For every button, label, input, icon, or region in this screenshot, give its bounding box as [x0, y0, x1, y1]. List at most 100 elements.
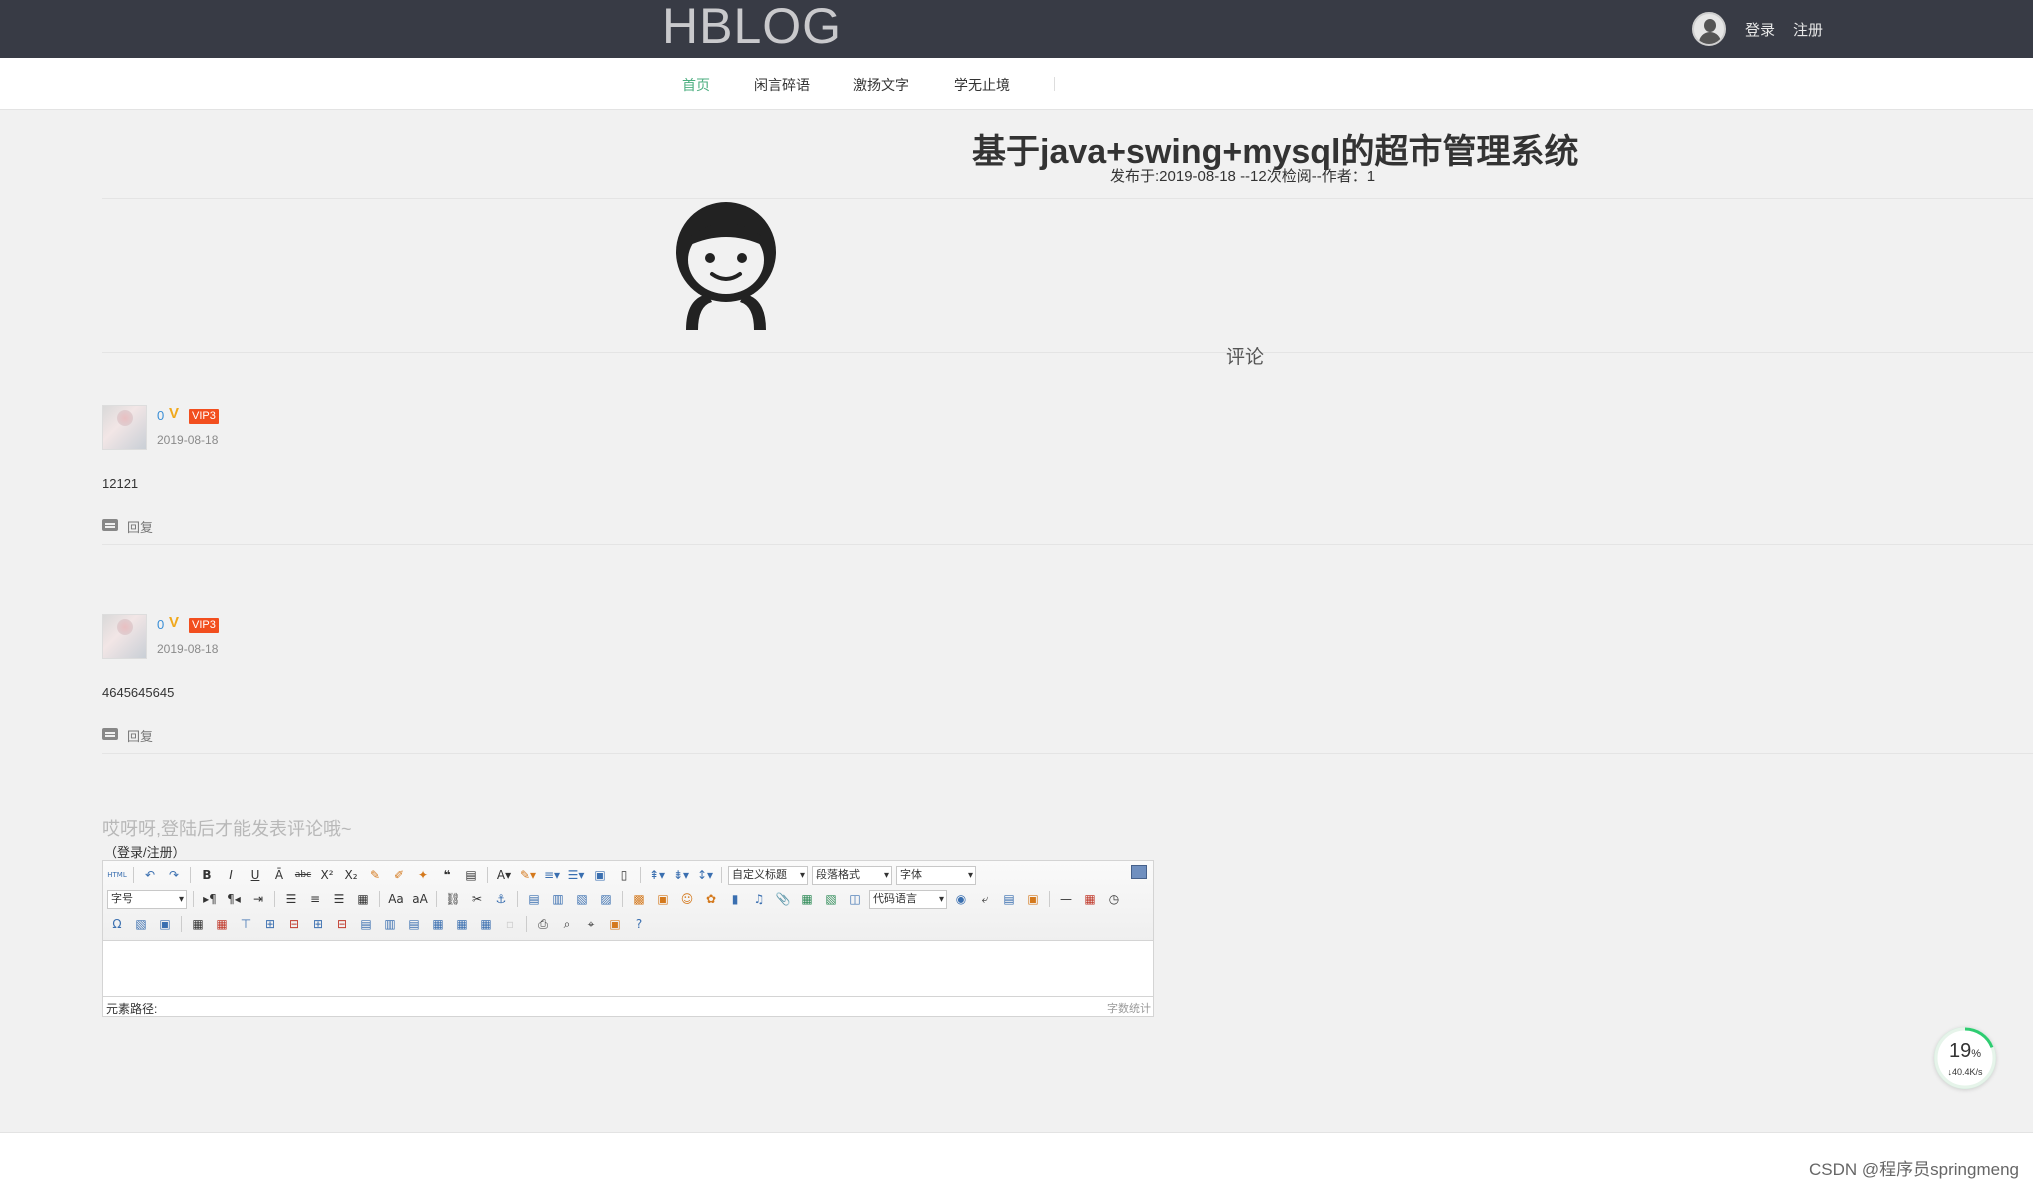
auto-format-icon[interactable]: ✦ — [413, 865, 433, 885]
html-source-icon[interactable]: HTML — [107, 865, 127, 885]
image-right-icon[interactable]: ▧ — [572, 889, 592, 909]
date-icon[interactable]: ▦ — [1080, 889, 1100, 909]
ordered-list-icon[interactable]: ≡▾ — [542, 865, 562, 885]
register-link[interactable]: 注册 — [1793, 19, 1823, 40]
insert-paragraph-before-table-icon[interactable]: ⊤ — [236, 914, 256, 934]
background-color-icon[interactable]: ✎▾ — [518, 865, 538, 885]
align-center-icon[interactable]: ≡ — [305, 889, 325, 909]
unordered-list-icon[interactable]: ☰▾ — [566, 865, 586, 885]
emoji-icon[interactable]: ☺ — [677, 889, 697, 909]
indent-icon[interactable]: ⇥ — [248, 889, 268, 909]
align-left-icon[interactable]: ☰ — [281, 889, 301, 909]
site-logo[interactable]: HBLOG — [662, 0, 842, 52]
select-all-icon[interactable]: ▣ — [590, 865, 610, 885]
reply-icon[interactable] — [102, 728, 118, 740]
align-justify-icon[interactable]: ▦ — [353, 889, 373, 909]
merge-down-icon[interactable]: ▤ — [404, 914, 424, 934]
anchor-icon[interactable]: ⚓ — [491, 889, 511, 909]
fullscreen-icon[interactable] — [1131, 865, 1147, 879]
font-size-select[interactable]: 字号 — [107, 889, 187, 909]
merge-cells-icon[interactable]: ▤ — [356, 914, 376, 934]
map-icon[interactable]: ▦ — [797, 889, 817, 909]
image-none-icon[interactable]: ▤ — [524, 889, 544, 909]
search-icon[interactable]: ⌖ — [581, 914, 601, 934]
row-spacing-top-icon[interactable]: ⇞▾ — [647, 865, 667, 885]
comment-avatar[interactable] — [102, 405, 147, 450]
ltr-icon[interactable]: ▸¶ — [200, 889, 220, 909]
comment-avatar[interactable] — [102, 614, 147, 659]
comment-author[interactable]: 0 — [157, 617, 164, 632]
unlink-icon[interactable]: ✂ — [467, 889, 487, 909]
nav-item-chat[interactable]: 闲言碎语 — [754, 75, 810, 95]
search-replace-icon[interactable]: ▣ — [155, 914, 175, 934]
horizontal-rule-icon[interactable]: — — [1056, 889, 1076, 909]
time-icon[interactable]: ◷ — [1104, 889, 1124, 909]
comment-author[interactable]: 0 — [157, 408, 164, 423]
template-icon[interactable]: ▤ — [999, 889, 1019, 909]
reply-button[interactable]: 回复 — [127, 517, 153, 536]
uppercase-icon[interactable]: Aa — [386, 889, 406, 909]
merge-right-icon[interactable]: ▥ — [380, 914, 400, 934]
insert-col-icon[interactable]: ⊞ — [308, 914, 328, 934]
custom-heading-select[interactable]: 自定义标题 — [728, 865, 808, 885]
redo-icon[interactable]: ↷ — [164, 865, 184, 885]
print-icon[interactable]: ⎙ — [533, 914, 553, 934]
clear-doc-icon[interactable]: ▯ — [614, 865, 634, 885]
split-rows-icon[interactable]: ▦ — [452, 914, 472, 934]
paste-plain-icon[interactable]: ▤ — [461, 865, 481, 885]
gmap-icon[interactable]: ▧ — [821, 889, 841, 909]
attachment-icon[interactable]: 📎 — [773, 889, 793, 909]
split-cols-icon[interactable]: ▦ — [476, 914, 496, 934]
font-color-icon[interactable]: A▾ — [494, 865, 514, 885]
align-right-icon[interactable]: ☰ — [329, 889, 349, 909]
superscript-icon[interactable]: X² — [317, 865, 337, 885]
paragraph-select[interactable]: 段落格式 — [812, 865, 892, 885]
insert-image-icon[interactable]: ▩ — [629, 889, 649, 909]
editor-content-area[interactable] — [103, 941, 1153, 996]
drafts-icon[interactable]: ▣ — [605, 914, 625, 934]
image-left-icon[interactable]: ▥ — [548, 889, 568, 909]
delete-row-icon[interactable]: ⊟ — [284, 914, 304, 934]
nav-item-home[interactable]: 首页 — [682, 75, 710, 95]
multi-image-icon[interactable]: ▣ — [653, 889, 673, 909]
blockquote-icon[interactable]: ❝ — [437, 865, 457, 885]
network-speed-widget[interactable]: 19% ↓40.4K/s — [1934, 1027, 1996, 1089]
user-avatar-icon[interactable] — [1692, 12, 1726, 46]
help-icon[interactable]: ? — [629, 914, 649, 934]
split-cells-icon[interactable]: ▦ — [428, 914, 448, 934]
reply-button[interactable]: 回复 — [127, 726, 153, 745]
strikethrough-icon[interactable]: abc — [293, 865, 313, 885]
delete-table-icon[interactable]: ▦ — [212, 914, 232, 934]
row-spacing-bottom-icon[interactable]: ⇟▾ — [671, 865, 691, 885]
link-icon[interactable]: ⛓ — [443, 889, 463, 909]
lowercase-icon[interactable]: aA — [410, 889, 430, 909]
preview-icon[interactable]: ⌕ — [557, 914, 577, 934]
scrawl-icon[interactable]: ✿ — [701, 889, 721, 909]
delete-col-icon[interactable]: ⊟ — [332, 914, 352, 934]
font-border-icon[interactable]: Ā — [269, 865, 289, 885]
word-image-icon[interactable]: ▧ — [131, 914, 151, 934]
insert-row-icon[interactable]: ⊞ — [260, 914, 280, 934]
image-center-icon[interactable]: ▨ — [596, 889, 616, 909]
undo-icon[interactable]: ↶ — [140, 865, 160, 885]
login-link[interactable]: 登录 — [1745, 19, 1775, 40]
italic-icon[interactable]: I — [221, 865, 241, 885]
bold-icon[interactable]: B — [197, 865, 217, 885]
nav-item-essays[interactable]: 激扬文字 — [853, 75, 909, 95]
login-register-link[interactable]: （登录/注册） — [104, 842, 186, 861]
subscript-icon[interactable]: X₂ — [341, 865, 361, 885]
background-icon[interactable]: ▣ — [1023, 889, 1043, 909]
font-family-select[interactable]: 字体 — [896, 865, 976, 885]
format-brush-icon[interactable]: ✐ — [389, 865, 409, 885]
insert-video-icon[interactable]: ▮ — [725, 889, 745, 909]
underline-icon[interactable]: U — [245, 865, 265, 885]
code-language-select[interactable]: 代码语言 — [869, 889, 947, 909]
chart-icon[interactable]: ▫ — [500, 914, 520, 934]
special-chars-icon[interactable]: Ω — [107, 914, 127, 934]
nav-item-learning[interactable]: 学无止境 — [954, 75, 1010, 95]
reply-icon[interactable] — [102, 519, 118, 531]
page-break-icon[interactable]: ⤶ — [975, 889, 995, 909]
web-app-icon[interactable]: ◉ — [951, 889, 971, 909]
rtl-icon[interactable]: ¶◂ — [224, 889, 244, 909]
line-height-icon[interactable]: ↕▾ — [695, 865, 715, 885]
